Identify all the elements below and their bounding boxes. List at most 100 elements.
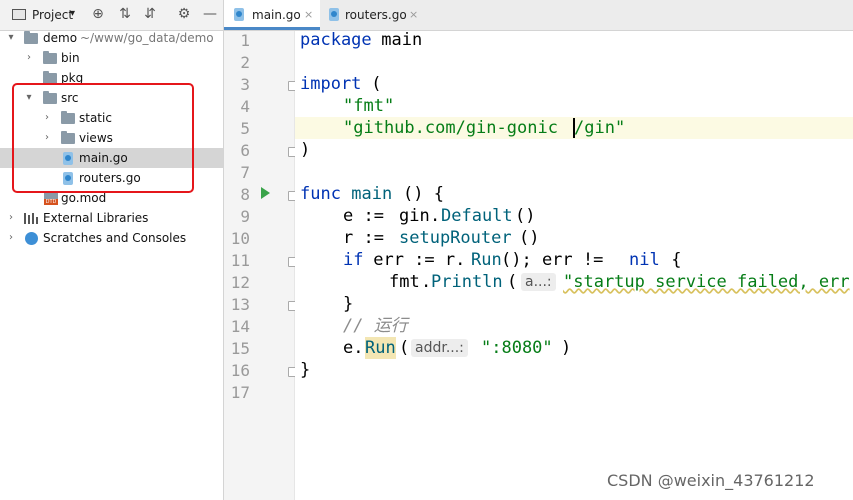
minimize-icon[interactable]: — (201, 5, 219, 23)
watermark: CSDN @weixin_43761212 (607, 471, 815, 490)
code-text: () { (403, 184, 444, 204)
line-number: 3 (240, 75, 250, 94)
code-line-16: } (295, 359, 853, 381)
chevron-right-icon[interactable]: › (6, 228, 16, 248)
code-line-14: // 运行 (295, 315, 853, 337)
close-icon[interactable]: × (409, 0, 418, 30)
tab-main-go[interactable]: main.go × (224, 0, 320, 30)
tree-item-label: bin (61, 51, 80, 65)
line-number: 16 (230, 361, 250, 380)
go-file-icon (234, 8, 244, 21)
function-name: main (341, 184, 393, 204)
keyword: func (300, 184, 341, 204)
editor-gutter: 1 2 3 4 5 6 7 8 9 10 11 12 13 14 15 16 1… (224, 31, 298, 500)
line-number: 12 (230, 273, 250, 292)
code-line-4: "fmt" (295, 95, 853, 117)
tree-item-external-libraries[interactable]: › External Libraries (0, 208, 223, 228)
code-text: ( (361, 74, 382, 94)
code-line-11: if err := r. Run (); err != nil { (295, 249, 853, 271)
line-number: 15 (230, 339, 250, 358)
parameter-hint: a...: (521, 273, 556, 291)
code-line-1: package main (295, 31, 853, 51)
line-number: 1 (240, 31, 250, 50)
function-call: Run (471, 250, 502, 270)
line-number: 14 (230, 317, 250, 336)
string-literal: "startup service failed, err (563, 272, 850, 292)
line-number: 6 (240, 141, 250, 160)
tab-routers-go[interactable]: routers.go × (321, 0, 431, 30)
code-line-15: e. Run(addr...: ":8080") (295, 337, 853, 359)
code-text: e. (343, 338, 364, 358)
tree-item-demo[interactable]: ▾ demo ~/www/go_data/demo (0, 28, 223, 48)
line-number: 2 (240, 53, 250, 72)
line-number: 7 (240, 163, 250, 182)
tree-item-bin[interactable]: › bin (0, 48, 223, 68)
code-editor[interactable]: package main import ( "fmt" "github.com/… (295, 31, 853, 500)
keyword: import (300, 74, 362, 94)
line-number: 5 (240, 119, 250, 138)
comment: // 运行 (343, 316, 408, 336)
project-view-icon (12, 9, 26, 20)
code-line-5: "github.com/gin-gonic /gin" (295, 117, 853, 139)
code-text: err := r. (363, 250, 466, 270)
string-literal: "github.com/gin-gonic (343, 118, 558, 138)
line-number: 9 (240, 207, 250, 226)
folder-icon (43, 51, 57, 64)
function-call: setupRouter (399, 228, 512, 248)
locate-icon[interactable]: ⊕ (89, 5, 107, 23)
code-text: ( (507, 272, 518, 292)
keyword: if (343, 250, 364, 270)
code-line-9: e := gin. Default() (295, 205, 853, 227)
chevron-right-icon[interactable]: › (24, 48, 34, 68)
string-literal: /gin" (574, 118, 626, 138)
function-call: Run (365, 337, 396, 359)
chevron-down-icon[interactable]: ▾ (70, 8, 75, 19)
collapse-all-icon[interactable]: ⇵ (141, 5, 159, 23)
code-text: (); err != (501, 250, 614, 270)
parameter-hint: addr...: (411, 339, 468, 357)
function-call: Println (431, 272, 503, 292)
string-literal: ":8080" (481, 338, 553, 358)
code-text: () (515, 206, 536, 226)
code-text: ) (300, 140, 311, 160)
highlight-box (12, 83, 194, 193)
tree-item-label: External Libraries (43, 211, 149, 225)
run-icon[interactable] (261, 187, 270, 199)
line-number: 17 (230, 383, 250, 402)
code-line-10: r := setupRouter () (295, 227, 853, 249)
package-name: gin (399, 206, 430, 226)
code-line-6: ) (295, 139, 853, 161)
go-file-icon (329, 8, 339, 21)
package-name: fmt (389, 272, 420, 292)
go-mod-badge: DTD (44, 199, 58, 205)
function-call: Default (441, 206, 513, 226)
project-toolbar: Project ▾ ⊕ ⇅ ⇵ ⚙ — (0, 0, 223, 31)
code-line-8: func main () { (295, 183, 853, 205)
tab-label: routers.go (345, 8, 407, 22)
code-line-12: fmt. Println(a...: "startup service failed… (295, 271, 853, 293)
line-number: 13 (230, 295, 250, 314)
keyword: package (300, 31, 372, 50)
code-text: () (519, 228, 540, 248)
code-text: ) (561, 338, 572, 358)
chevron-down-icon[interactable]: ▾ (6, 28, 16, 48)
project-view-selector[interactable]: Project (32, 8, 73, 22)
string-literal: "fmt" (343, 96, 395, 116)
libraries-icon (24, 213, 38, 224)
close-icon[interactable]: × (304, 0, 313, 30)
code-line-3: import ( (295, 73, 853, 95)
line-number: 11 (230, 251, 250, 270)
code-line-13: } (295, 293, 853, 315)
chevron-right-icon[interactable]: › (6, 208, 16, 228)
code-text: . (421, 272, 432, 292)
code-text: } (300, 360, 311, 380)
expand-all-icon[interactable]: ⇅ (116, 5, 134, 23)
code-text: r := (343, 228, 395, 248)
code-text: { (661, 250, 682, 270)
editor-tabs: main.go × routers.go × (224, 0, 853, 31)
tree-item-scratches[interactable]: › Scratches and Consoles (0, 228, 223, 248)
tree-item-path: ~/www/go_data/demo (80, 31, 214, 45)
code-text: ( (399, 338, 410, 358)
gear-icon[interactable]: ⚙ (175, 5, 193, 23)
folder-icon (24, 31, 38, 44)
